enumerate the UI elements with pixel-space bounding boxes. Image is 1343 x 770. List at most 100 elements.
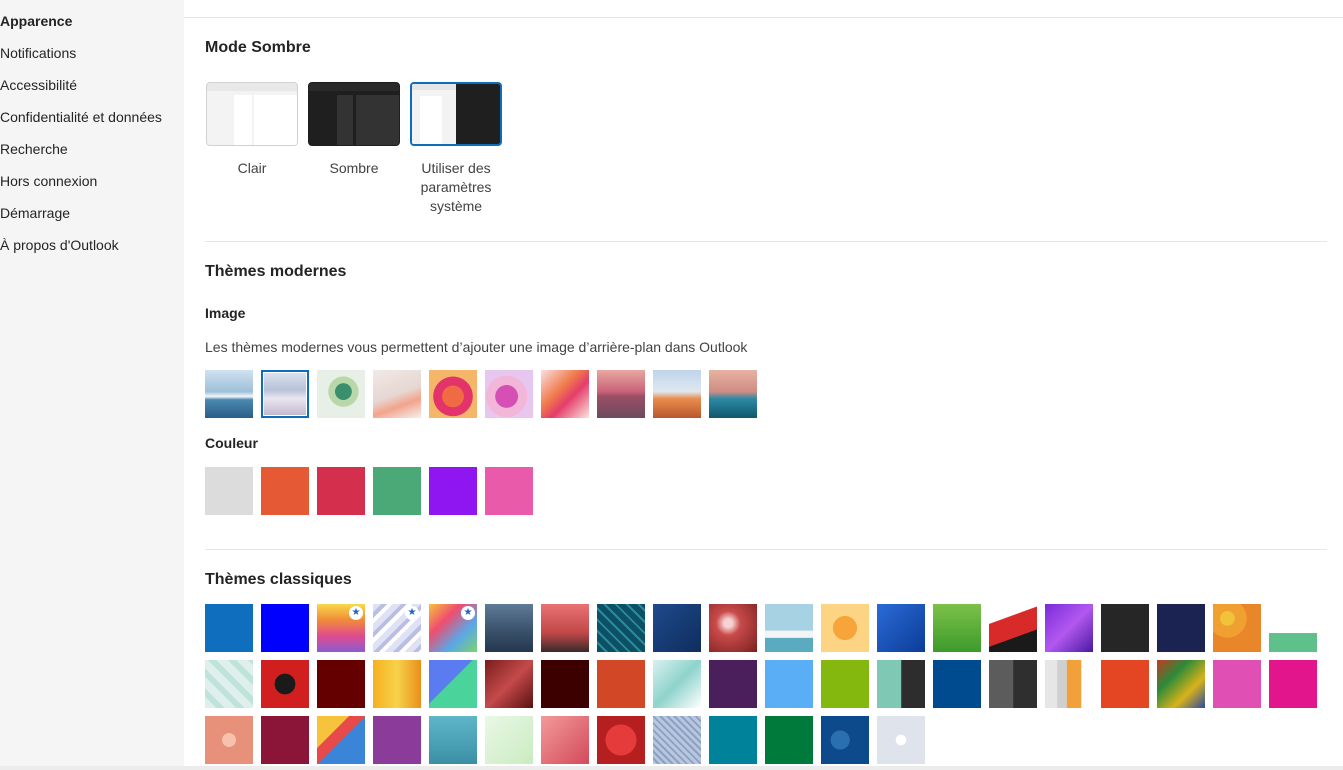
section-divider bbox=[205, 549, 1327, 550]
sidebar-item-demarrage[interactable]: Démarrage bbox=[0, 197, 70, 229]
classic-theme[interactable] bbox=[653, 660, 701, 708]
modern-color-theme[interactable] bbox=[429, 467, 477, 515]
classic-theme[interactable] bbox=[653, 604, 701, 652]
image-heading: Image bbox=[205, 305, 246, 321]
sidebar-item-apparence[interactable]: Apparence bbox=[0, 5, 72, 37]
classic-theme[interactable] bbox=[1101, 604, 1149, 652]
sidebar-item-a-propos[interactable]: À propos d'Outlook bbox=[0, 229, 119, 261]
classic-theme[interactable] bbox=[765, 660, 813, 708]
classic-theme[interactable] bbox=[989, 604, 1037, 652]
mode-label: Clair bbox=[237, 160, 267, 176]
classic-theme[interactable] bbox=[485, 604, 533, 652]
modern-image-theme[interactable] bbox=[429, 370, 477, 418]
classic-theme[interactable] bbox=[597, 716, 645, 764]
mode-option-dark[interactable]: Sombre bbox=[308, 82, 400, 178]
modern-color-theme[interactable] bbox=[261, 467, 309, 515]
sidebar-item-accessibilite[interactable]: Accessibilité bbox=[0, 69, 77, 101]
system-mode-preview bbox=[410, 82, 502, 146]
classic-theme[interactable] bbox=[821, 660, 869, 708]
classic-theme[interactable] bbox=[1101, 660, 1149, 708]
classic-theme[interactable]: ★ bbox=[373, 604, 421, 652]
modern-color-theme[interactable] bbox=[317, 467, 365, 515]
classic-theme[interactable] bbox=[485, 660, 533, 708]
color-heading: Couleur bbox=[205, 435, 258, 451]
classic-theme[interactable] bbox=[765, 716, 813, 764]
settings-sidebar: Apparence Notifications Accessibilité Co… bbox=[0, 0, 184, 770]
modern-color-theme[interactable] bbox=[485, 467, 533, 515]
classic-theme[interactable]: ★ bbox=[429, 604, 477, 652]
mode-label: Utiliser des paramètres système bbox=[420, 160, 492, 214]
mode-option-light[interactable]: Clair bbox=[206, 82, 298, 178]
modern-color-theme[interactable] bbox=[373, 467, 421, 515]
section-divider bbox=[205, 241, 1327, 242]
classic-theme[interactable] bbox=[373, 660, 421, 708]
top-divider bbox=[184, 17, 1343, 18]
settings-main: Mode Sombre Clair Sombre Utiliser des pa… bbox=[184, 0, 1343, 770]
classic-theme[interactable] bbox=[877, 660, 925, 708]
modern-image-theme[interactable] bbox=[485, 370, 533, 418]
sidebar-item-notifications[interactable]: Notifications bbox=[0, 37, 76, 69]
sidebar-item-hors-connexion[interactable]: Hors connexion bbox=[0, 165, 97, 197]
classic-theme[interactable] bbox=[1269, 660, 1317, 708]
classic-theme[interactable] bbox=[261, 660, 309, 708]
classic-theme[interactable] bbox=[205, 604, 253, 652]
classic-theme[interactable] bbox=[317, 660, 365, 708]
classic-theme[interactable] bbox=[373, 716, 421, 764]
classic-theme[interactable] bbox=[709, 604, 757, 652]
classic-theme[interactable] bbox=[877, 604, 925, 652]
classic-theme[interactable] bbox=[429, 660, 477, 708]
classic-theme[interactable] bbox=[205, 660, 253, 708]
classic-theme[interactable] bbox=[1157, 604, 1205, 652]
classic-theme[interactable] bbox=[989, 660, 1037, 708]
classic-theme[interactable] bbox=[429, 716, 477, 764]
modern-image-theme[interactable] bbox=[261, 370, 309, 418]
classic-theme[interactable] bbox=[317, 716, 365, 764]
classic-theme[interactable] bbox=[653, 716, 701, 764]
classic-theme[interactable] bbox=[597, 604, 645, 652]
classic-theme[interactable] bbox=[709, 660, 757, 708]
classic-theme[interactable] bbox=[597, 660, 645, 708]
classic-theme[interactable] bbox=[485, 716, 533, 764]
classic-theme[interactable] bbox=[1213, 660, 1261, 708]
dark-mode-title: Mode Sombre bbox=[205, 39, 311, 56]
classic-theme[interactable] bbox=[261, 604, 309, 652]
classic-theme[interactable] bbox=[261, 716, 309, 764]
classic-theme[interactable] bbox=[1157, 660, 1205, 708]
modern-image-theme[interactable] bbox=[709, 370, 757, 418]
star-icon: ★ bbox=[405, 606, 419, 620]
modern-image-theme[interactable] bbox=[653, 370, 701, 418]
sidebar-item-recherche[interactable]: Recherche bbox=[0, 133, 68, 165]
mode-label: Sombre bbox=[329, 160, 379, 176]
modern-image-theme[interactable] bbox=[205, 370, 253, 418]
classic-theme[interactable] bbox=[1045, 604, 1093, 652]
modern-image-theme[interactable] bbox=[597, 370, 645, 418]
classic-theme[interactable] bbox=[709, 716, 757, 764]
classic-theme[interactable]: ★ bbox=[317, 604, 365, 652]
classic-theme[interactable] bbox=[877, 716, 925, 764]
sidebar-item-confidentialite[interactable]: Confidentialité et données bbox=[0, 101, 162, 133]
classic-theme[interactable] bbox=[1269, 604, 1317, 652]
light-mode-preview bbox=[206, 82, 298, 146]
classic-theme[interactable] bbox=[821, 716, 869, 764]
dark-mode-preview bbox=[308, 82, 400, 146]
classic-theme[interactable] bbox=[205, 716, 253, 764]
mode-option-system[interactable]: Utiliser des paramètres système bbox=[410, 82, 502, 216]
modern-image-theme[interactable] bbox=[541, 370, 589, 418]
modern-image-theme[interactable] bbox=[373, 370, 421, 418]
classic-theme[interactable] bbox=[541, 604, 589, 652]
classic-theme[interactable] bbox=[821, 604, 869, 652]
classic-themes-title: Thèmes classiques bbox=[205, 571, 352, 588]
modern-image-theme[interactable] bbox=[317, 370, 365, 418]
star-icon: ★ bbox=[349, 606, 363, 620]
classic-theme[interactable] bbox=[1213, 604, 1261, 652]
horizontal-scrollbar[interactable] bbox=[0, 766, 1343, 770]
classic-theme[interactable] bbox=[765, 604, 813, 652]
classic-theme[interactable] bbox=[541, 660, 589, 708]
classic-theme[interactable] bbox=[933, 660, 981, 708]
modern-themes-title: Thèmes modernes bbox=[205, 263, 347, 280]
star-icon: ★ bbox=[461, 606, 475, 620]
classic-theme[interactable] bbox=[1045, 660, 1093, 708]
classic-theme[interactable] bbox=[933, 604, 981, 652]
modern-color-theme[interactable] bbox=[205, 467, 253, 515]
classic-theme[interactable] bbox=[541, 716, 589, 764]
